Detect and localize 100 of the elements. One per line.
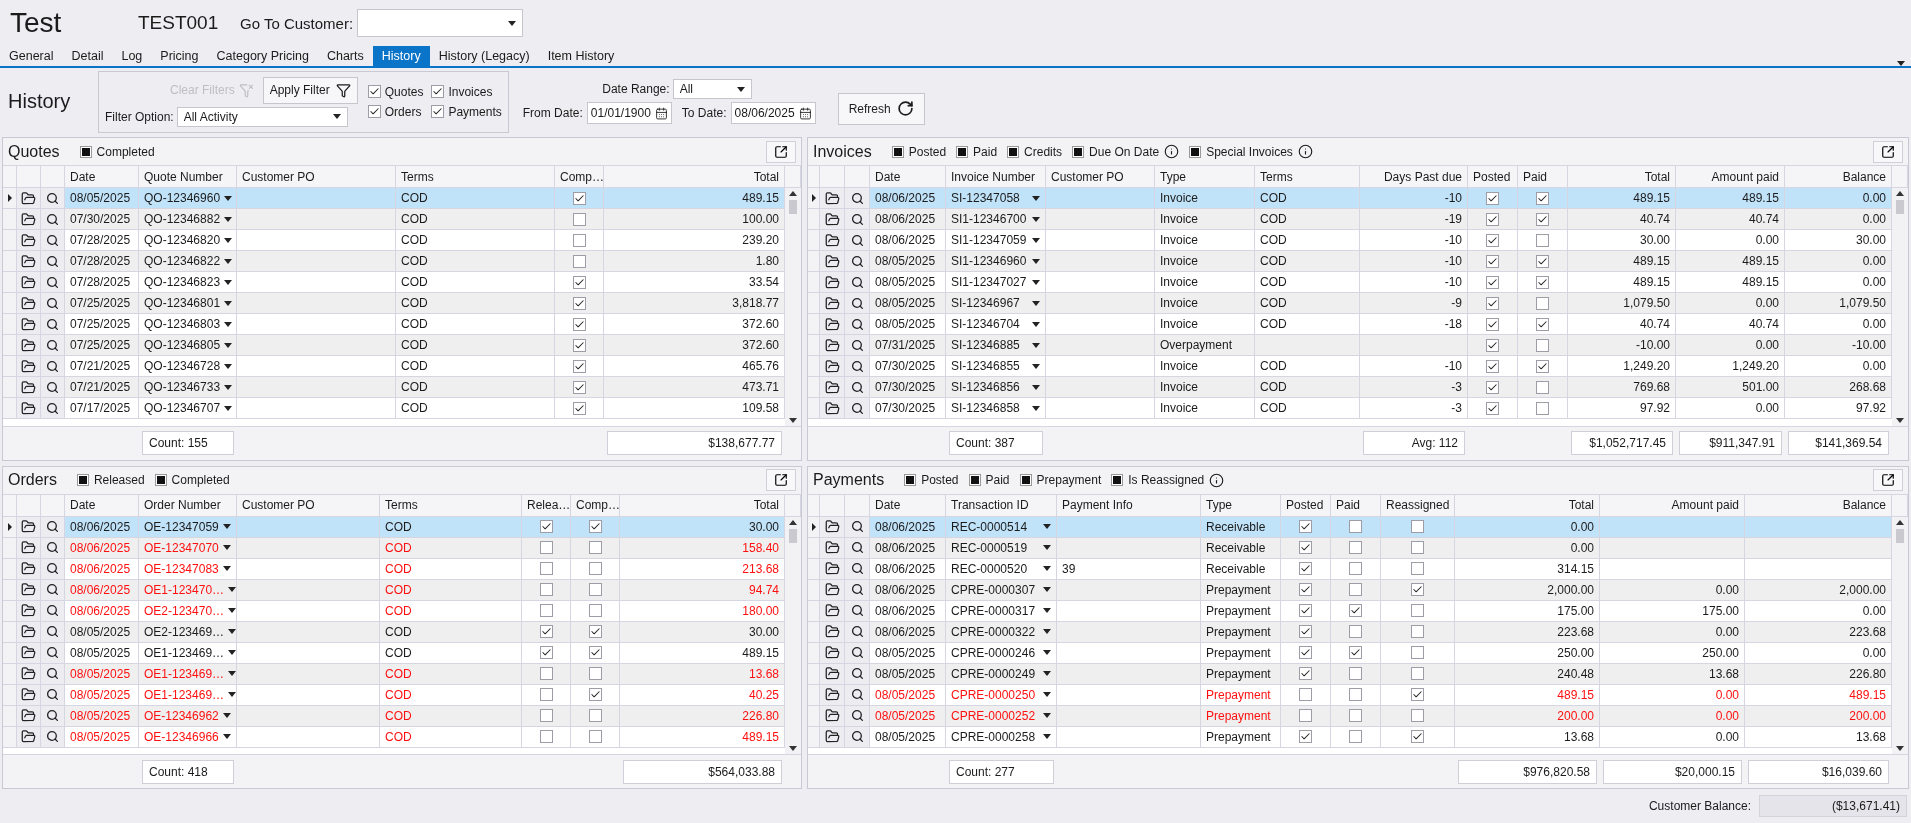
column-header[interactable]: Balance <box>1745 494 1892 517</box>
details-button[interactable] <box>41 516 65 538</box>
dropdown-caret-icon[interactable] <box>228 608 236 613</box>
details-button[interactable] <box>41 335 65 356</box>
dropdown-caret-icon[interactable] <box>1032 342 1040 348</box>
dropdown-caret-icon[interactable] <box>224 405 233 411</box>
details-button[interactable] <box>845 209 870 230</box>
table-row[interactable]: 07/25/2025 QO-12346801 COD 3,818.77 <box>3 293 785 314</box>
refresh-button[interactable]: Refresh <box>837 92 925 125</box>
checkbox[interactable] <box>1411 604 1424 617</box>
details-button[interactable] <box>41 188 65 209</box>
details-button[interactable] <box>845 579 870 601</box>
checkbox[interactable] <box>539 730 553 743</box>
checkbox[interactable] <box>1411 688 1424 701</box>
date-range-select[interactable]: All <box>672 79 752 99</box>
checkbox[interactable] <box>1486 233 1499 247</box>
table-row[interactable]: 07/28/2025 QO-12346820 COD 239.20 <box>3 230 785 251</box>
pop-out-button[interactable] <box>766 140 796 163</box>
checkbox[interactable] <box>572 401 586 415</box>
open-button[interactable] <box>820 293 845 314</box>
scrollbar[interactable] <box>785 188 801 426</box>
pop-out-button[interactable] <box>1873 469 1903 491</box>
open-button[interactable] <box>17 705 41 727</box>
column-header[interactable]: Date <box>65 166 139 188</box>
table-row[interactable]: 08/05/2025 OE1-123469… COD 489.15 <box>3 642 785 664</box>
checkbox[interactable] <box>588 583 602 596</box>
checkbox[interactable] <box>572 338 586 352</box>
dropdown-caret-icon[interactable] <box>1032 384 1040 390</box>
checkbox[interactable] <box>1486 338 1499 352</box>
dropdown-caret-icon[interactable] <box>1043 608 1051 613</box>
open-button[interactable] <box>820 272 845 293</box>
column-header[interactable]: Payment Info <box>1057 494 1201 517</box>
checkbox[interactable] <box>572 296 586 310</box>
open-button[interactable] <box>17 272 41 293</box>
details-button[interactable] <box>845 621 870 643</box>
checkbox[interactable] <box>588 646 602 659</box>
checkbox[interactable] <box>572 212 586 226</box>
checkbox[interactable] <box>1536 212 1549 226</box>
open-button[interactable] <box>820 705 845 727</box>
checkbox[interactable] <box>1536 359 1549 373</box>
open-button[interactable] <box>820 314 845 335</box>
column-header[interactable]: Date <box>870 494 946 517</box>
dropdown-caret-icon[interactable] <box>224 363 233 369</box>
details-button[interactable] <box>845 314 870 335</box>
scrollbar[interactable] <box>1892 188 1908 426</box>
checkbox[interactable] <box>1411 667 1424 680</box>
checkbox[interactable] <box>588 709 602 722</box>
checkbox[interactable] <box>588 667 602 680</box>
checkbox[interactable] <box>1486 254 1499 268</box>
checkbox[interactable] <box>1486 275 1499 289</box>
tab[interactable]: Category Pricing <box>207 46 318 66</box>
checkbox[interactable] <box>1411 625 1424 638</box>
column-header[interactable]: Date <box>65 494 139 517</box>
tab[interactable]: History (Legacy) <box>429 46 539 66</box>
scroll-thumb[interactable] <box>1896 200 1904 214</box>
dropdown-caret-icon[interactable] <box>1032 321 1040 327</box>
dropdown-caret-icon[interactable] <box>223 566 231 571</box>
table-row[interactable]: 08/06/2025 OE2-123470… COD 180.00 <box>3 600 785 622</box>
dropdown-caret-icon[interactable] <box>1032 363 1040 369</box>
table-row[interactable]: 07/30/2025 SI-12346855 Invoice COD -10 1,249.20 1,249.20 0.00 <box>808 356 1892 377</box>
checkbox[interactable] <box>572 380 586 394</box>
row-header[interactable] <box>808 516 820 538</box>
dropdown-caret-icon[interactable] <box>1043 545 1051 550</box>
column-header[interactable]: Total <box>1568 166 1676 188</box>
table-row[interactable]: 07/31/2025 SI-12346885 Overpayment -10.00 0.00 -10.00 <box>808 335 1892 356</box>
table-row[interactable]: 08/06/2025 OE-12347059 COD 30.00 <box>3 516 785 538</box>
tab[interactable]: Log <box>112 46 152 66</box>
details-button[interactable] <box>845 516 870 538</box>
details-button[interactable] <box>41 558 65 580</box>
column-header[interactable]: Date <box>870 166 946 188</box>
checkbox[interactable] <box>1486 380 1499 394</box>
checkbox[interactable] <box>1349 583 1362 596</box>
dropdown-caret-icon[interactable] <box>228 692 236 697</box>
dropdown-caret-icon[interactable] <box>1032 216 1040 222</box>
checkbox[interactable] <box>1349 604 1362 617</box>
checkbox[interactable] <box>539 583 553 596</box>
checkbox[interactable] <box>1536 191 1549 205</box>
column-header[interactable]: Transaction ID <box>946 494 1057 517</box>
details-button[interactable] <box>845 726 870 748</box>
checkbox[interactable] <box>1299 646 1312 659</box>
table-row[interactable]: 08/06/2025 REC-0000519 Receivable 0.00 <box>808 537 1892 559</box>
checkbox[interactable] <box>572 233 586 247</box>
checkbox[interactable] <box>1349 520 1362 533</box>
details-button[interactable] <box>41 705 65 727</box>
open-button[interactable] <box>17 230 41 251</box>
dropdown-caret-icon[interactable] <box>228 587 236 592</box>
open-button[interactable] <box>820 335 845 356</box>
dropdown-caret-icon[interactable] <box>224 300 233 306</box>
tab-menu-caret-icon[interactable] <box>1897 61 1905 66</box>
dropdown-caret-icon[interactable] <box>224 384 233 390</box>
column-header[interactable]: Relea… <box>522 494 571 517</box>
column-header[interactable]: Posted <box>1281 494 1331 517</box>
dropdown-caret-icon[interactable] <box>224 237 233 243</box>
dropdown-caret-icon[interactable] <box>224 279 233 285</box>
checkbox[interactable] <box>367 105 381 118</box>
table-row[interactable]: 08/05/2025 CPRE-0000249 Prepayment 240.48 13.68 226.80 <box>808 663 1892 685</box>
checkbox[interactable] <box>588 688 602 701</box>
details-button[interactable] <box>41 579 65 601</box>
details-button[interactable] <box>845 537 870 559</box>
table-row[interactable]: 08/06/2025 SI1-12347059 Invoice COD -10 30.00 0.00 30.00 <box>808 230 1892 251</box>
